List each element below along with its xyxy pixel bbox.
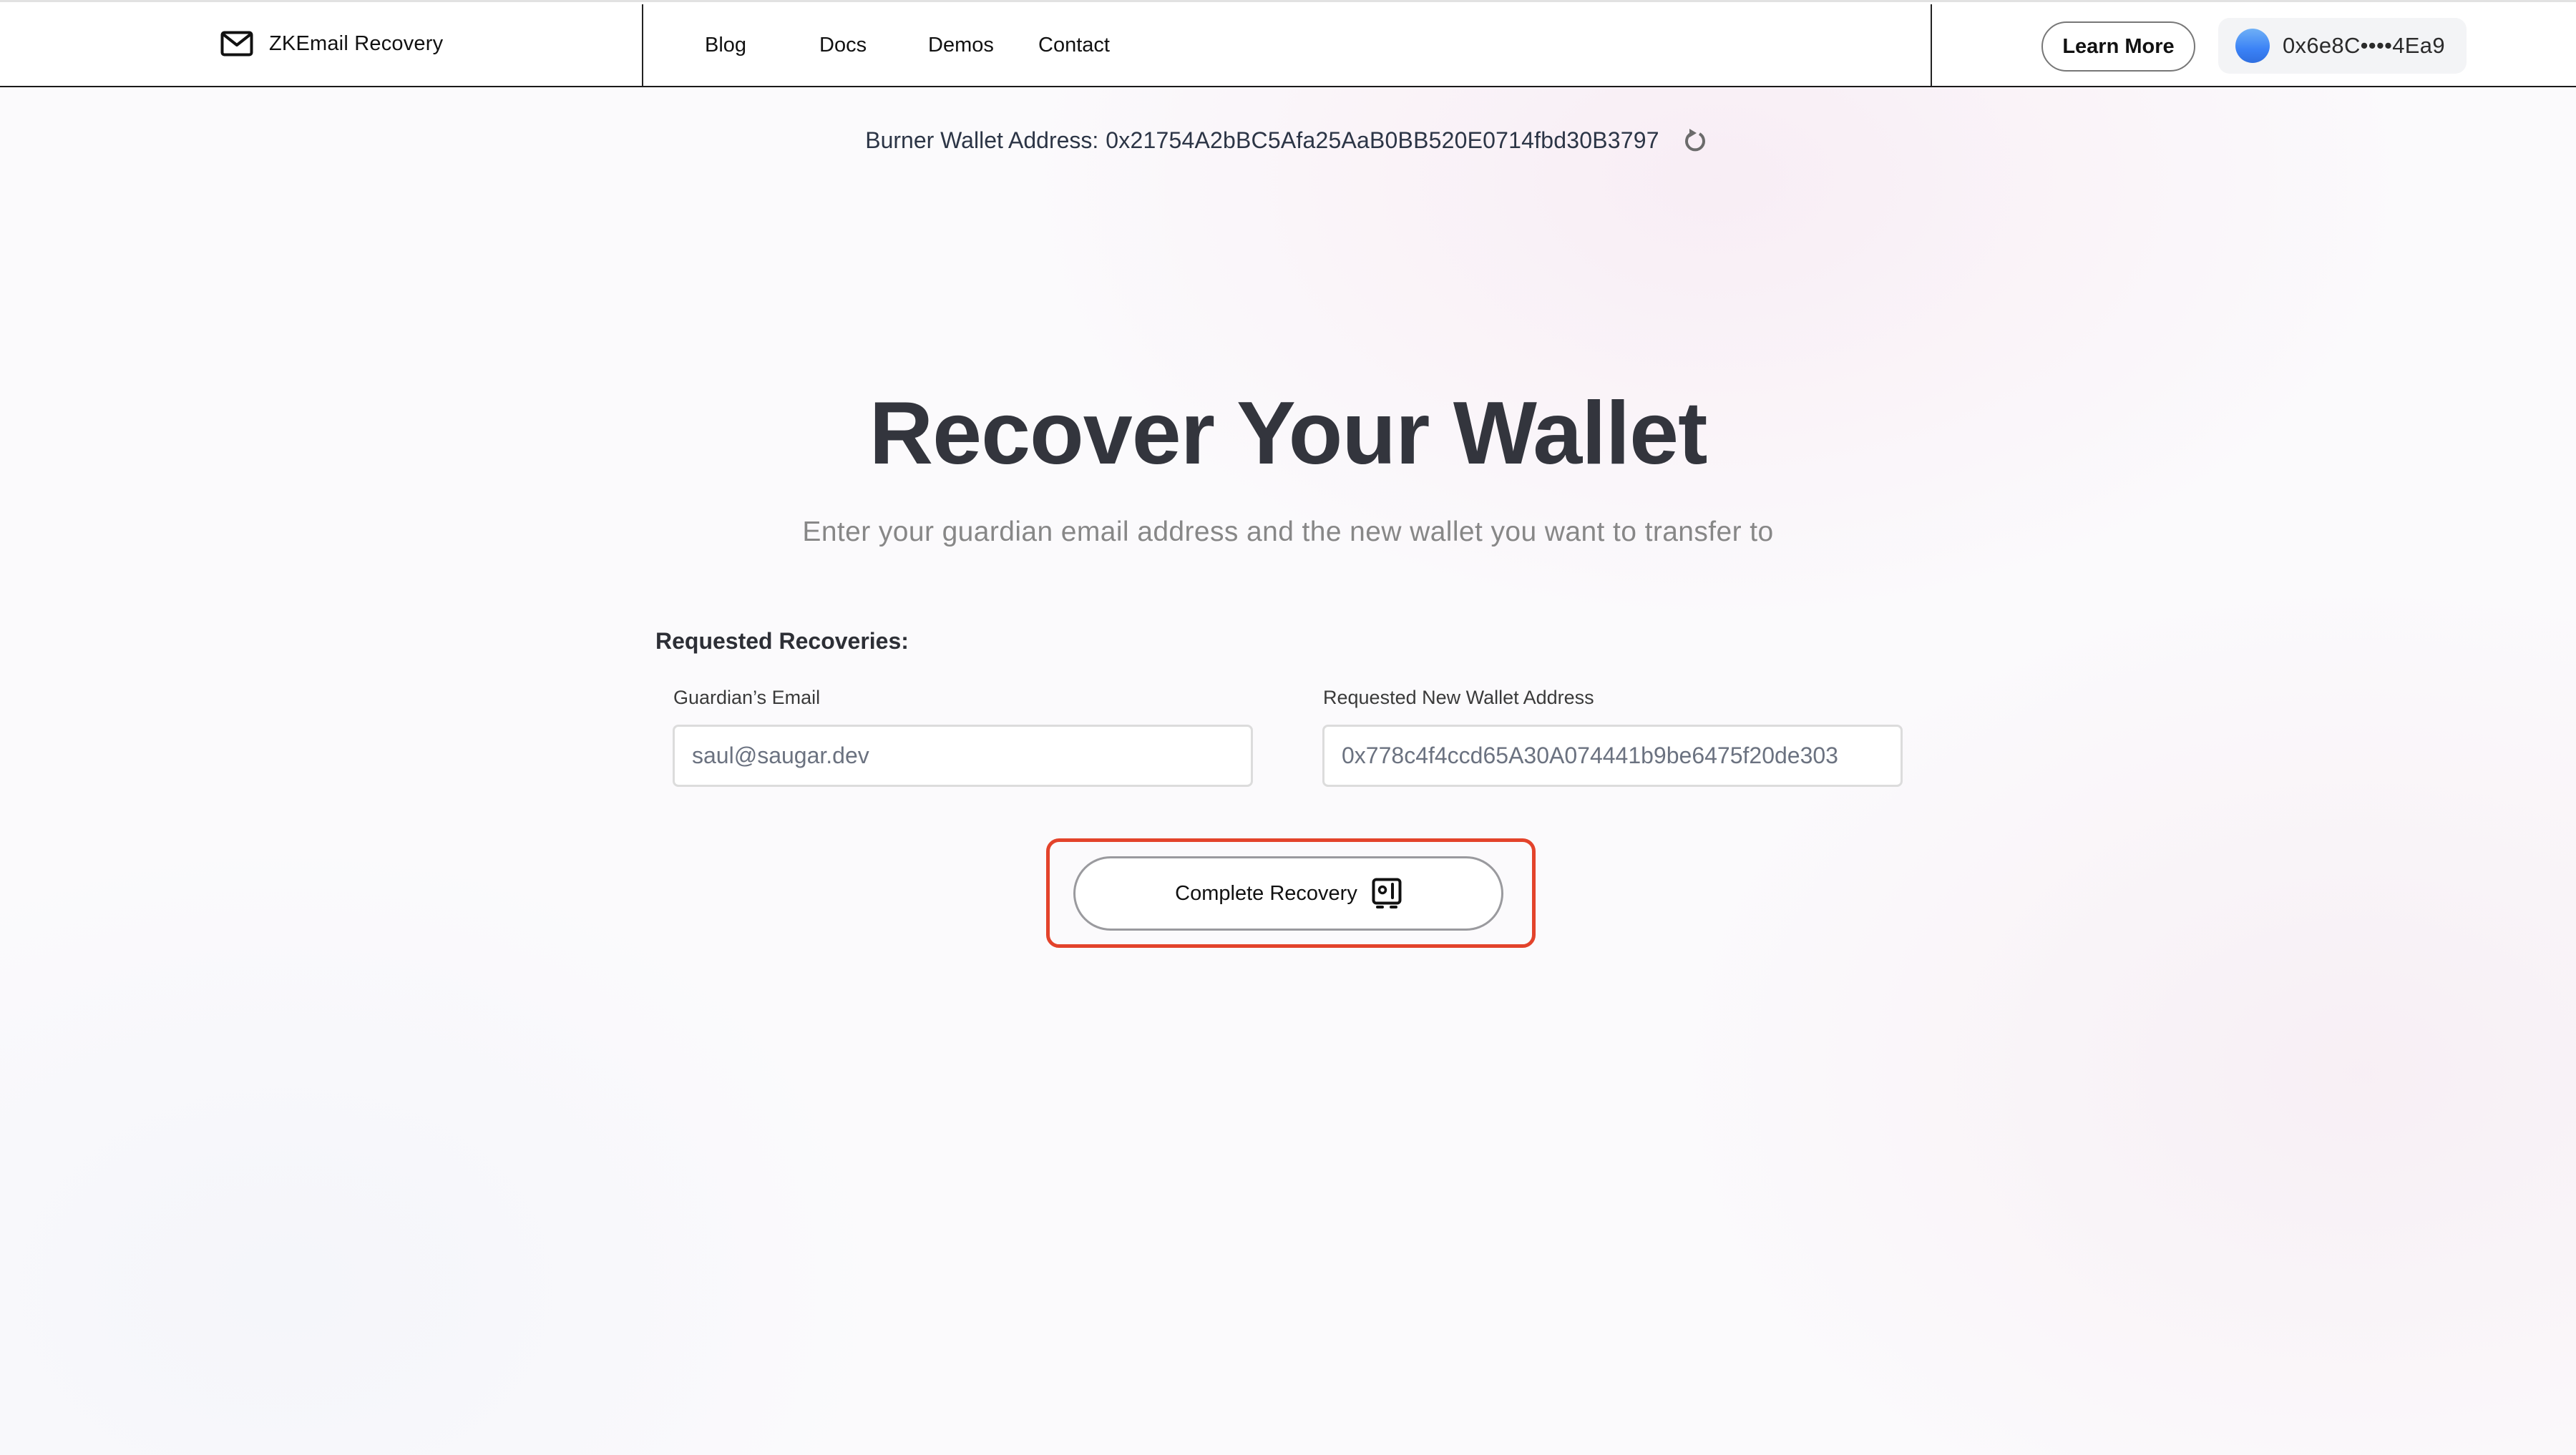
wallet-avatar-icon [2235, 29, 2270, 63]
complete-recovery-label: Complete Recovery [1175, 881, 1357, 905]
guardian-email-field[interactable] [673, 725, 1253, 787]
nav-link-docs[interactable]: Docs [819, 34, 867, 57]
complete-recovery-button[interactable]: Complete Recovery [1073, 856, 1503, 931]
navbar: ZKEmail Recovery Blog Docs Demos Contact… [0, 2, 2576, 87]
refresh-burner-button[interactable] [1679, 124, 1711, 156]
safe-icon [1372, 878, 1402, 908]
nav-link-blog[interactable]: Blog [705, 34, 746, 57]
brand-logo[interactable]: ZKEmail Recovery [220, 31, 443, 57]
nav-link-contact[interactable]: Contact [1038, 34, 1110, 57]
nav-divider-left [642, 4, 643, 87]
new-wallet-address-field[interactable] [1322, 725, 1903, 787]
nav-link-demos[interactable]: Demos [928, 34, 994, 57]
burner-wallet-address: 0x21754A2bBC5Afa25AaB0BB520E0714fbd30B37… [1106, 127, 1659, 153]
connected-wallet-address: 0x6e8C••••4Ea9 [2283, 33, 2445, 58]
page-subtitle: Enter your guardian email address and th… [802, 516, 1774, 547]
mail-icon [220, 31, 253, 57]
burner-wallet-label: Burner Wallet Address: [865, 127, 1099, 153]
new-wallet-address-label: Requested New Wallet Address [1323, 687, 1594, 708]
nav-divider-right [1931, 4, 1932, 87]
burner-wallet-row: Burner Wallet Address: 0x21754A2bBC5Afa2… [0, 120, 2576, 160]
requested-recoveries-heading: Requested Recoveries: [655, 628, 909, 654]
refresh-icon [1684, 129, 1705, 152]
connected-wallet-button[interactable]: 0x6e8C••••4Ea9 [2218, 18, 2467, 74]
page-title: Recover Your Wallet [869, 384, 1708, 483]
guardian-email-label: Guardian’s Email [673, 687, 821, 708]
brand-name: ZKEmail Recovery [269, 31, 444, 55]
learn-more-button[interactable]: Learn More [2041, 21, 2195, 72]
